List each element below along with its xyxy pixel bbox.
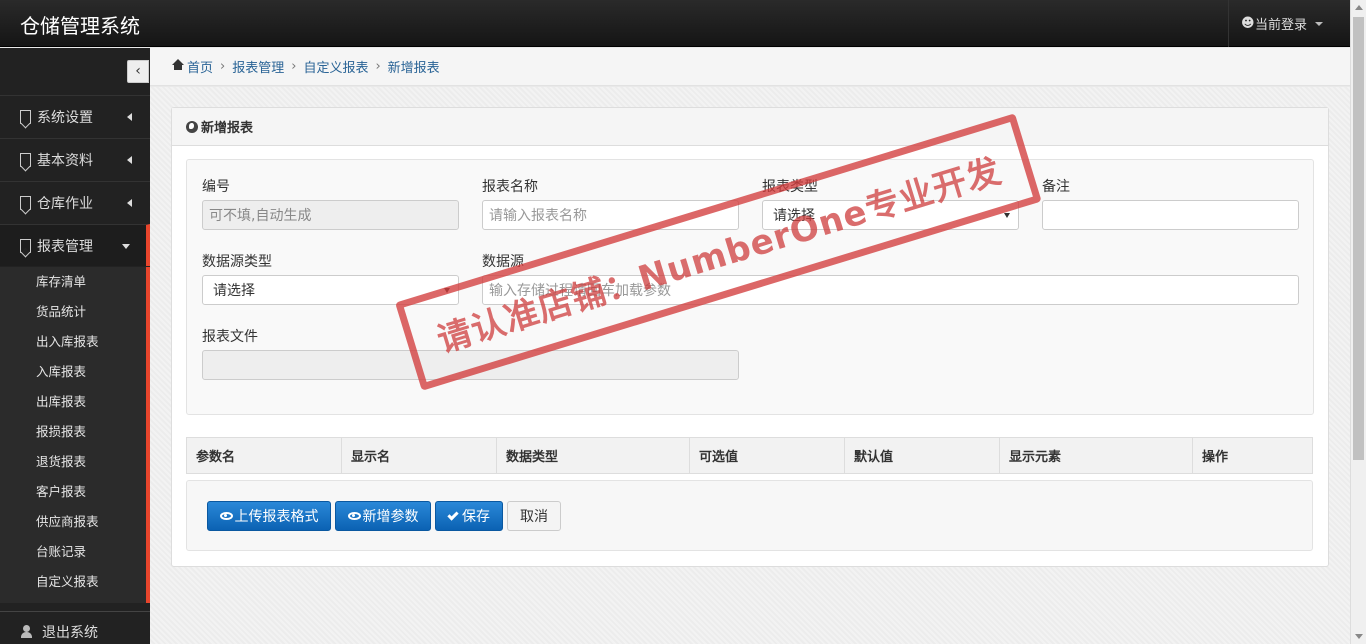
- sidebar-item-logout[interactable]: 退出系统: [0, 611, 150, 644]
- user-menu[interactable]: ☻ 当前登录: [1228, 0, 1350, 47]
- data-source-input[interactable]: 输入存储过程请回车加载参数: [482, 275, 1299, 305]
- caret-left-icon: [127, 199, 132, 207]
- bookmark-icon: [20, 238, 31, 253]
- eye-icon: [219, 512, 233, 520]
- scroll-up-icon[interactable]: [1355, 5, 1363, 10]
- logout-label: 退出系统: [42, 624, 98, 641]
- save-button[interactable]: 保存: [435, 501, 503, 531]
- breadcrumb-current[interactable]: 新增报表: [388, 57, 440, 76]
- submenu-item-ledger[interactable]: 台账记录: [0, 537, 146, 567]
- col-options: 可选值: [690, 438, 845, 473]
- sidebar: ‹ 系统设置 基本资料 仓库作业 报表管理 库存清单 货品统计 出入库报表 入库…: [0, 48, 150, 644]
- submenu-item-inout-report[interactable]: 出入库报表: [0, 327, 146, 357]
- breadcrumb-custom-report[interactable]: 自定义报表: [303, 57, 368, 76]
- vertical-scrollbar[interactable]: [1350, 0, 1366, 644]
- cancel-button[interactable]: 取消: [507, 501, 561, 531]
- code-field[interactable]: 可不填,自动生成: [202, 200, 459, 230]
- submenu-item-custom-report[interactable]: 自定义报表: [0, 567, 146, 597]
- eye-icon: [347, 512, 361, 520]
- sidebar-item-label: 基本资料: [37, 152, 93, 169]
- submenu-item-goods-stats[interactable]: 货品统计: [0, 297, 146, 327]
- app-title[interactable]: 仓储管理系统: [20, 10, 140, 39]
- action-bar: 上传报表格式 新增参数 保存 取消: [186, 480, 1313, 551]
- report-file-label: 报表文件: [202, 329, 258, 345]
- scroll-down-icon[interactable]: [1355, 634, 1363, 639]
- scrollbar-thumb[interactable]: [1353, 17, 1364, 460]
- bookmark-icon: [20, 109, 31, 124]
- col-default: 默认值: [845, 438, 1000, 473]
- col-actions: 操作: [1202, 450, 1229, 465]
- data-source-label: 数据源: [482, 254, 524, 270]
- bookmark-icon: [20, 152, 31, 167]
- bookmark-icon: [20, 195, 31, 210]
- sidebar-item-warehouse-ops[interactable]: 仓库作业: [0, 181, 150, 223]
- add-param-button[interactable]: 新增参数: [335, 501, 431, 531]
- upload-format-button[interactable]: 上传报表格式: [207, 501, 331, 531]
- remark-label: 备注: [1042, 179, 1070, 195]
- caret-down-icon: [122, 244, 130, 249]
- report-submenu: 库存清单 货品统计 出入库报表 入库报表 出库报表 报损报表 退货报表 客户报表…: [0, 267, 150, 603]
- submenu-item-return-report[interactable]: 退货报表: [0, 447, 146, 477]
- code-label: 编号: [202, 179, 230, 195]
- col-param-name: 参数名: [187, 438, 342, 473]
- submenu-item-damage-report[interactable]: 报损报表: [0, 417, 146, 447]
- sidebar-item-label: 系统设置: [37, 109, 93, 126]
- check-icon: [447, 508, 459, 521]
- submenu-item-inbound-report[interactable]: 入库报表: [0, 357, 146, 387]
- col-data-type: 数据类型: [497, 438, 690, 473]
- home-icon: [172, 58, 184, 72]
- params-table-header: 参数名 显示名 数据类型 可选值 默认值 显示元素 操作: [186, 437, 1313, 474]
- remark-input[interactable]: [1042, 200, 1299, 230]
- col-display-name: 显示名: [342, 438, 497, 473]
- sidebar-item-label: 仓库作业: [37, 195, 93, 212]
- panel-title: 新增报表: [201, 121, 254, 136]
- sidebar-collapse-button[interactable]: ‹: [127, 60, 149, 83]
- sidebar-item-system-settings[interactable]: 系统设置: [0, 95, 150, 137]
- report-type-select[interactable]: 请选择: [762, 200, 1019, 230]
- chevron-left-icon: ‹: [135, 63, 141, 79]
- user-icon: [20, 624, 34, 639]
- breadcrumb-report-management[interactable]: 报表管理: [232, 57, 284, 76]
- source-type-select[interactable]: 请选择: [202, 275, 459, 305]
- sidebar-item-basic-data[interactable]: 基本资料: [0, 138, 150, 180]
- source-type-label: 数据源类型: [202, 254, 272, 270]
- submenu-item-customer-report[interactable]: 客户报表: [0, 477, 146, 507]
- submenu-item-inventory-list[interactable]: 库存清单: [0, 267, 146, 297]
- report-name-label: 报表名称: [482, 179, 538, 195]
- caret-down-icon: [1315, 21, 1324, 26]
- caret-left-icon: [127, 113, 132, 121]
- dropdown-arrow-icon: [1004, 213, 1010, 218]
- panel-header: 新增报表: [172, 108, 1328, 146]
- report-name-input[interactable]: 请输入报表名称: [482, 200, 739, 230]
- submenu-item-outbound-report[interactable]: 出库报表: [0, 387, 146, 417]
- breadcrumb-home[interactable]: 首页: [187, 57, 213, 76]
- user-icon: ☻: [1241, 16, 1255, 31]
- report-file-field[interactable]: [202, 350, 739, 380]
- user-menu-label: 当前登录: [1255, 18, 1308, 33]
- col-display-element: 显示元素: [1000, 438, 1193, 473]
- sidebar-item-label: 报表管理: [37, 238, 93, 255]
- top-navbar: 仓储管理系统 ☻ 当前登录: [0, 0, 1350, 47]
- sidebar-item-report-management[interactable]: 报表管理: [0, 224, 150, 266]
- report-type-value: 请选择: [773, 208, 815, 224]
- submenu-item-supplier-report[interactable]: 供应商报表: [0, 507, 146, 537]
- caret-left-icon: [127, 156, 132, 164]
- source-type-value: 请选择: [213, 283, 255, 299]
- report-type-label: 报表类型: [762, 179, 818, 195]
- breadcrumb: 首页 › 报表管理 › 自定义报表 › 新增报表: [150, 48, 1350, 86]
- dropdown-arrow-icon: [444, 288, 450, 293]
- globe-icon: [186, 120, 198, 133]
